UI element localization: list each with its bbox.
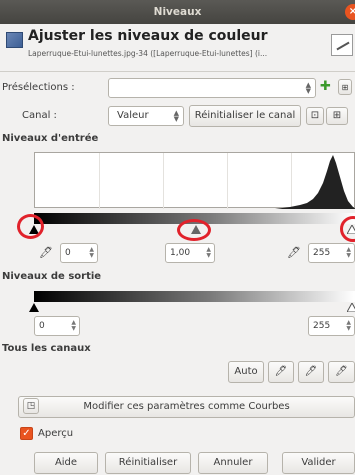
reset-channel-button[interactable]: Réinitialiser le canal [189,105,301,127]
output-gradient [34,291,355,302]
log-histogram-icon[interactable]: ⊞ [326,107,348,125]
channel-label: Canal : [22,110,57,121]
input-levels-title: Niveaux d'entrée [2,133,99,144]
output-white-handle[interactable] [347,303,355,312]
input-white-value: 255 [313,248,331,258]
input-gamma-spinbox[interactable]: 1,00 ▲ ▼ [165,243,215,263]
image-thumbnail [331,34,353,56]
spin-arrows-icon: ▲ ▼ [71,319,76,332]
histogram [34,152,355,209]
channel-combo[interactable]: Valeur ▲ ▼ [108,106,184,126]
histogram-curve [275,155,355,209]
presets-combo[interactable]: ▲ ▼ [108,78,316,98]
reset-button[interactable]: Réinitialiser [105,452,191,474]
input-white-spinbox[interactable]: 255 ▲ ▼ [308,243,355,263]
preview-label: Aperçu [38,428,74,439]
edit-as-curves-label: Modifier ces paramètres comme Courbes [83,401,290,412]
input-black-spinbox[interactable]: 0 ▲ ▼ [60,243,98,263]
spin-arrows-icon: ▲ ▼ [206,246,211,259]
curves-icon: ◳ [23,398,39,414]
output-black-spinbox[interactable]: 0 ▲ ▼ [34,316,80,336]
ok-button[interactable]: Valider [282,452,355,474]
output-slider[interactable] [29,303,355,315]
add-preset-icon[interactable]: ✚ [320,79,331,94]
input-gamma-value: 1,00 [170,248,191,258]
levels-icon [6,32,23,48]
input-black-value: 0 [65,248,71,258]
image-subtitle: Laperruque-Etui-lunettes.jpg-34 ([Laperr… [28,49,268,58]
dialog-header: Ajuster les niveaux de couleur Laperruqu… [0,24,355,72]
combo-arrows-icon: ▲ ▼ [305,81,311,95]
window-title: Niveaux [153,6,202,18]
annotation-circle [17,214,44,239]
linear-histogram-icon[interactable]: ⊡ [306,107,324,125]
pick-gray-point-icon[interactable]: 🖊 [298,361,324,383]
all-channels-title: Tous les canaux [2,343,91,354]
annotation-circle [177,219,211,241]
preview-checkbox[interactable]: ✓ [20,427,33,440]
spin-arrows-icon: ▲ ▼ [89,246,94,259]
combo-arrows-icon: ▲ ▼ [173,109,179,123]
dialog-title: Ajuster les niveaux de couleur [28,28,268,44]
output-black-value: 0 [39,321,45,331]
auto-button[interactable]: Auto [228,361,264,383]
edit-as-curves-button[interactable]: ◳ Modifier ces paramètres comme Courbes [18,396,355,418]
title-bar: Niveaux × [0,0,355,24]
preset-menu-icon[interactable]: ⊞ [338,79,352,95]
presets-label: Présélections : [2,82,75,93]
spin-arrows-icon: ▲ ▼ [346,319,351,332]
pick-white-point-icon[interactable]: 🖊 [328,361,355,383]
cancel-button[interactable]: Annuler [198,452,268,474]
output-white-value: 255 [313,321,331,331]
help-button[interactable]: Aide [34,452,98,474]
pick-black-point-icon[interactable]: 🖊 [268,361,294,383]
close-icon[interactable]: × [345,4,355,20]
output-white-spinbox[interactable]: 255 ▲ ▼ [308,316,355,336]
channel-value: Valeur [117,110,149,121]
spin-arrows-icon: ▲ ▼ [346,246,351,259]
annotation-circle [340,216,355,242]
white-picker-icon[interactable]: 🖊 [284,243,304,263]
black-picker-icon[interactable]: 🖊 [36,243,56,263]
output-black-handle[interactable] [29,303,39,312]
output-levels-title: Niveaux de sortie [2,271,102,282]
